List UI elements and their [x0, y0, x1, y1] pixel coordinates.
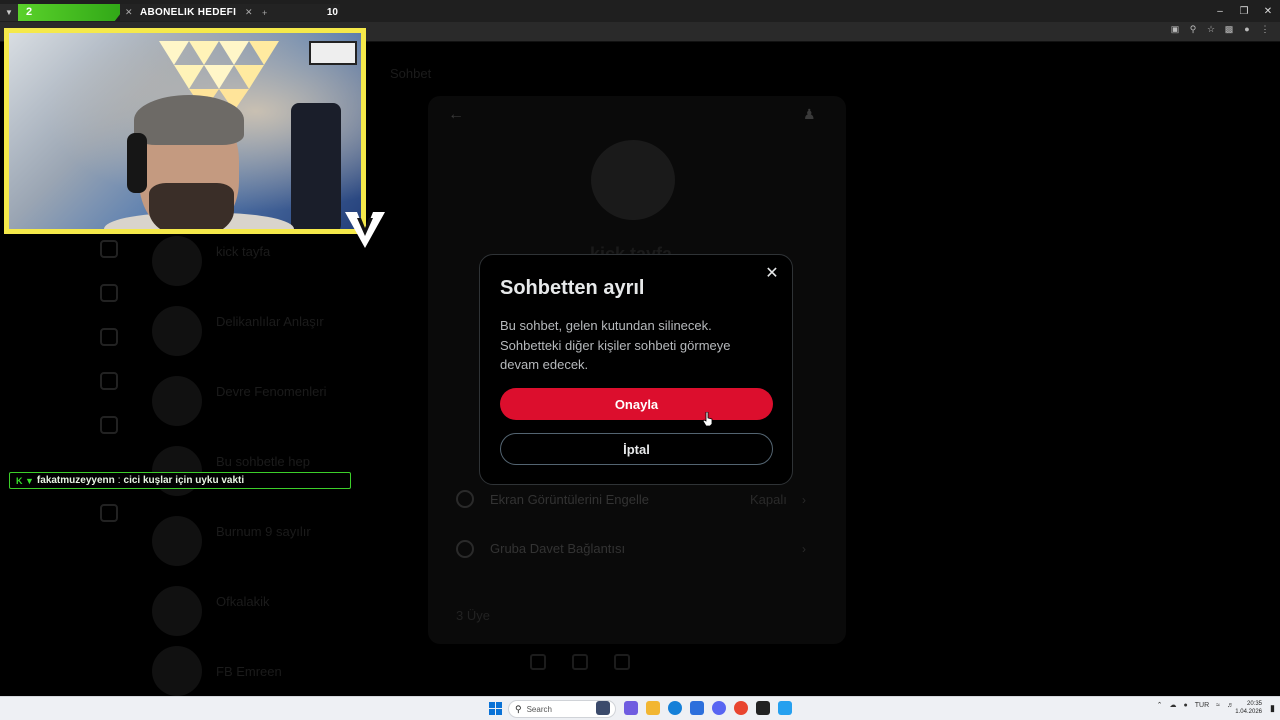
zoom-icon[interactable]: ⚲ [1188, 24, 1198, 34]
goal-title: ABONELIK HEDEFI [140, 7, 237, 18]
store-icon[interactable] [690, 701, 704, 715]
widgets-icon[interactable] [596, 701, 610, 715]
close-window-icon[interactable]: ✕ [1256, 0, 1280, 22]
avatar [152, 306, 202, 356]
chat-separator: : [117, 475, 121, 486]
language-indicator[interactable]: TUR [1195, 702, 1209, 709]
edge-icon[interactable] [668, 701, 682, 715]
subscription-goal-bar: ▼ 2 ✕ ABONELIK HEDEFI ✕ + 10 [0, 4, 340, 21]
plus-icon [530, 654, 546, 670]
link-icon [456, 540, 474, 558]
chevron-down-icon: ▼ [0, 4, 18, 21]
row-label: Gruba Davet Bağlantısı [490, 541, 626, 556]
goal-target: 10 [326, 7, 338, 18]
avatar [152, 516, 202, 566]
row-label: Ekran Görüntülerini Engelle [490, 492, 649, 507]
list-item: kick tayfa [216, 244, 271, 259]
wall-frame [309, 41, 357, 65]
taskbar-clock[interactable]: 20:35 1.04.2026 [1235, 700, 1262, 716]
row-value: Kapalı [750, 492, 787, 507]
ghost-header-tab: Sohbet [390, 66, 432, 81]
home-icon [100, 240, 118, 258]
chevron-right-icon: › [802, 542, 806, 556]
extensions-icon[interactable]: ▩ [1224, 24, 1234, 34]
avatar [152, 646, 202, 696]
chat-message: K ▼ fakatmuzeyyenn : cici kuşlar için uy… [9, 472, 351, 489]
messages-icon [100, 416, 118, 434]
chevron-right-icon: › [802, 493, 806, 507]
mic-icon[interactable]: ● [1184, 702, 1188, 709]
app-icon[interactable] [778, 701, 792, 715]
windows-taskbar: ⚲ Search ⌃ ☁ ● TUR ≈ ♬ 20:35 1.04.2026 ▮ [0, 696, 1280, 720]
group-avatar [591, 140, 675, 220]
list-item: Devre Fenomenleri [216, 384, 327, 399]
kick-badge-icon: K ▼ [16, 475, 34, 486]
notifications-icon [100, 284, 118, 302]
avatar [152, 586, 202, 636]
member-count: 3 Üye [456, 608, 490, 623]
profile-icon[interactable]: ● [1242, 24, 1252, 34]
bookmark-star-icon[interactable]: ☆ [1206, 24, 1216, 34]
chrome-icon[interactable] [734, 701, 748, 715]
avatar [152, 376, 202, 426]
dialog-title: Sohbetten ayrıl [500, 277, 645, 299]
toolbar-icons: ▣ ⚲ ☆ ▩ ● ⋮ [1170, 24, 1270, 34]
cancel-button[interactable]: İptal [500, 433, 773, 465]
list-item: Ofkalakik [216, 594, 270, 609]
leave-conversation-dialog: ✕ Sohbetten ayrıl Bu sohbet, gelen kutun… [479, 254, 793, 485]
window-controls: – ❐ ✕ [1208, 0, 1280, 22]
plus-icon: + [262, 7, 268, 18]
gaming-chair [291, 103, 341, 229]
list-item: Delikanlılar Anlaşır [216, 314, 324, 329]
clock-time: 20:35 [1246, 701, 1262, 707]
explore-icon [100, 328, 118, 346]
confirm-button[interactable]: Onayla [500, 388, 773, 420]
avatar [152, 236, 202, 286]
chevron-up-icon[interactable]: ⌃ [1157, 701, 1163, 709]
hand-cursor-icon [703, 412, 713, 426]
cast-icon[interactable]: ▣ [1170, 24, 1180, 34]
wifi-icon[interactable]: ≈ [1216, 702, 1220, 709]
file-explorer-icon[interactable] [646, 701, 660, 715]
list-item: FB Emreen [216, 664, 282, 679]
clock-date: 1.04.2026 [1235, 709, 1262, 715]
back-arrow-icon: ← [448, 106, 464, 123]
minimize-icon[interactable]: – [1208, 0, 1232, 22]
chat-text: cici kuşlar için uyku vakti [123, 475, 245, 486]
close-icon: ✕ [125, 7, 133, 17]
close-icon: ✕ [245, 7, 253, 17]
dialog-body: Bu sohbet, gelen kutundan silinecek. Soh… [500, 318, 731, 372]
menu-dots-icon[interactable]: ⋮ [1260, 24, 1270, 34]
channel-logo [345, 212, 385, 248]
system-tray: ⌃ ☁ ● TUR ≈ ♬ [1157, 701, 1234, 710]
add-user-icon: ♟ [803, 106, 816, 122]
streamer-hair [134, 95, 244, 145]
notification-bell-icon[interactable]: ▮ [1270, 703, 1275, 714]
windows-start-icon[interactable] [489, 702, 502, 715]
search-placeholder: Search [526, 704, 552, 714]
image-icon [572, 654, 588, 670]
bookmarks-icon [100, 372, 118, 390]
webcam-feed [4, 28, 366, 234]
cloud-icon[interactable]: ☁ [1170, 701, 1177, 709]
list-item: Bu sohbetle hep [216, 454, 310, 469]
chat-username: fakatmuzeyyenn [36, 475, 115, 486]
obs-icon[interactable] [756, 701, 770, 715]
streamer-beard [149, 183, 234, 229]
screenshot-block-icon [456, 490, 474, 508]
composer-icons [530, 654, 630, 670]
volume-icon[interactable]: ♬ [1227, 702, 1234, 709]
goal-panel: ✕ ABONELIK HEDEFI ✕ + 10 [120, 4, 340, 21]
gif-icon [614, 654, 630, 670]
list-item: Burnum 9 sayılır [216, 524, 311, 539]
discord-icon[interactable] [712, 701, 726, 715]
copilot-icon[interactable] [624, 701, 638, 715]
close-icon[interactable]: ✕ [763, 265, 781, 283]
goal-current: 2 [18, 4, 128, 21]
search-icon: ⚲ [515, 703, 522, 714]
headphone [127, 133, 147, 193]
more-icon [100, 504, 118, 522]
restore-icon[interactable]: ❐ [1232, 0, 1256, 22]
